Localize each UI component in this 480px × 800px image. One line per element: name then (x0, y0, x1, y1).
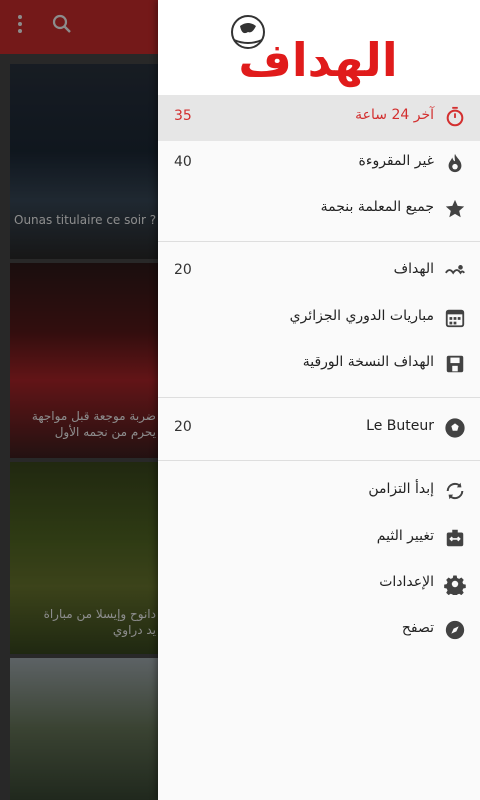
compass-icon (444, 619, 466, 641)
item-label: الهداف (393, 261, 434, 277)
elheddaf-logo: الهداف (218, 10, 418, 90)
gear-icon (444, 573, 466, 598)
item-label: Le Buteur (366, 418, 434, 434)
flame-icon (444, 152, 466, 174)
item-label: آخر 24 ساعة (355, 107, 434, 123)
item-label: جميع المعلمة بنجمة (320, 199, 434, 215)
item-label: تصفح (401, 620, 434, 636)
calendar-icon (444, 307, 466, 329)
drawer-item-starred[interactable]: جميع المعلمة بنجمة (158, 187, 480, 233)
sync-icon (444, 480, 466, 502)
item-label: إبدأ التزامن (368, 481, 434, 497)
section-divider (158, 460, 480, 461)
save-icon (444, 353, 466, 375)
item-count: 20 (174, 262, 192, 278)
timer-icon (444, 106, 466, 128)
elheddaf-logo-icon (444, 260, 466, 282)
drawer-item-last24[interactable]: 35 آخر 24 ساعة (158, 95, 480, 141)
navigation-drawer: الهداف 35 آخر 24 ساعة 40 غير المقروءة جم… (158, 0, 480, 800)
section-divider (158, 241, 480, 242)
drawer-item-unread[interactable]: 40 غير المقروءة (158, 141, 480, 187)
item-count: 35 (174, 108, 192, 124)
item-count: 20 (174, 419, 192, 435)
section-divider (158, 397, 480, 398)
item-label: مباريات الدوري الجزائري (289, 308, 434, 324)
drawer-item-theme[interactable]: تغيير الثيم (158, 516, 480, 562)
drawer-item-matches[interactable]: مباريات الدوري الجزائري (158, 296, 480, 342)
drawer-item-settings[interactable]: الإعدادات (158, 562, 480, 608)
theme-icon (444, 527, 466, 549)
item-label: الإعدادات (379, 574, 434, 590)
drawer-item-sync[interactable]: إبدأ التزامن (158, 469, 480, 515)
item-label: تغيير الثيم (376, 528, 434, 544)
star-icon (444, 198, 466, 220)
drawer-header: الهداف (158, 0, 480, 95)
item-count: 40 (174, 154, 192, 170)
drawer-item-paper[interactable]: الهداف النسخة الورقية (158, 342, 480, 388)
item-label: الهداف النسخة الورقية (302, 354, 434, 370)
drawer-item-lebuteur[interactable]: 20 Le Buteur (158, 406, 480, 452)
drawer-item-elheddaf[interactable]: 20 الهداف (158, 249, 480, 295)
item-label: غير المقروءة (358, 153, 434, 169)
soccer-ball-icon (444, 417, 466, 439)
drawer-item-browse[interactable]: تصفح (158, 608, 480, 654)
